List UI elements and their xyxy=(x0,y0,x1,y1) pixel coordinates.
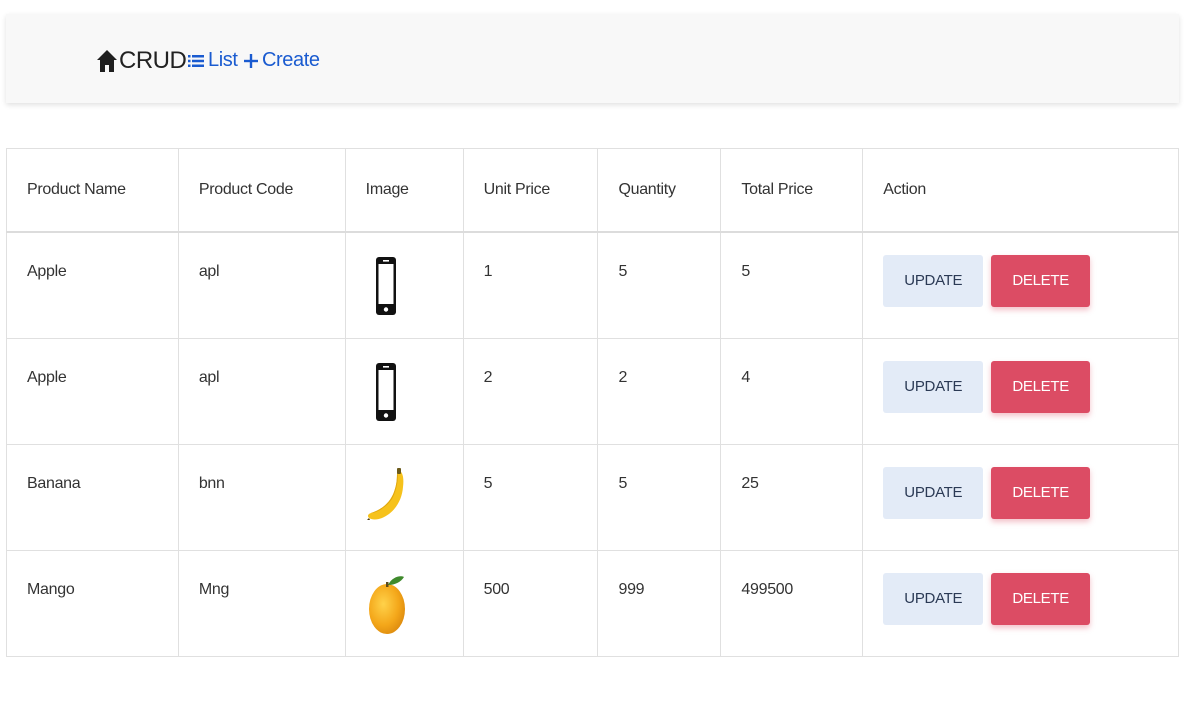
nav-create-label: Create xyxy=(262,49,320,71)
home-icon xyxy=(97,50,117,72)
cell-unit-price: 2 xyxy=(462,337,599,445)
delete-button[interactable]: DELETE xyxy=(991,360,1090,413)
phone-icon xyxy=(375,257,396,315)
delete-button[interactable]: DELETE xyxy=(991,572,1090,625)
cell-action: UPDATE DELETE xyxy=(862,443,1179,551)
nav-list-link[interactable]: List xyxy=(188,49,238,72)
update-button[interactable]: UPDATE xyxy=(883,360,984,413)
cell-quantity: 999 xyxy=(597,549,722,657)
cell-product-name: Apple xyxy=(6,231,179,339)
cell-unit-price: 5 xyxy=(462,443,599,551)
update-button[interactable]: UPDATE xyxy=(883,466,984,519)
cell-total-price: 4 xyxy=(720,337,864,445)
cell-action: UPDATE DELETE xyxy=(862,231,1179,339)
phone-icon xyxy=(375,362,396,421)
cell-product-code: Mng xyxy=(177,549,346,657)
nav-list-label: List xyxy=(208,49,238,71)
delete-button[interactable]: DELETE xyxy=(991,255,1090,307)
cell-total-price: 499500 xyxy=(720,549,864,657)
cell-unit-price: 500 xyxy=(462,549,599,657)
cell-total-price: 25 xyxy=(720,443,864,551)
table-row: Mango Mng 500 999 499500 UPDATE DELETE xyxy=(6,549,1179,657)
cell-product-name: Mango xyxy=(6,549,179,657)
cell-action: UPDATE DELETE xyxy=(862,337,1179,445)
cell-product-code: bnn xyxy=(177,443,346,551)
update-button[interactable]: UPDATE xyxy=(883,572,984,625)
plus-icon xyxy=(244,53,258,68)
nav-create-link[interactable]: Create xyxy=(244,49,320,72)
cell-quantity: 2 xyxy=(597,337,722,445)
cell-product-name: Apple xyxy=(6,337,179,445)
header-quantity: Quantity xyxy=(597,148,722,233)
table-row: Apple apl 1 5 5 UPDATE DELETE xyxy=(6,231,1179,339)
update-button[interactable]: UPDATE xyxy=(883,255,984,307)
header-product-name: Product Name xyxy=(6,148,179,233)
brand-label: CRUD xyxy=(119,47,187,74)
products-table: Product Name Product Code Image Unit Pri… xyxy=(6,148,1179,657)
cell-product-code: apl xyxy=(177,231,346,339)
cell-total-price: 5 xyxy=(720,231,864,339)
cell-image xyxy=(344,443,464,551)
mango-image xyxy=(368,575,405,634)
delete-button[interactable]: DELETE xyxy=(991,466,1090,519)
cell-image xyxy=(344,549,464,657)
cell-quantity: 5 xyxy=(597,231,722,339)
cell-unit-price: 1 xyxy=(462,231,599,339)
header-total-price: Total Price xyxy=(720,148,864,233)
brand-link[interactable]: CRUD xyxy=(96,47,187,75)
navbar: CRUD List Create xyxy=(6,14,1179,103)
header-action: Action xyxy=(862,148,1179,233)
list-icon xyxy=(188,54,204,67)
cell-image xyxy=(344,231,464,339)
banana-image xyxy=(366,467,404,520)
header-product-code: Product Code xyxy=(177,148,346,233)
cell-image xyxy=(344,337,464,445)
table-row: Apple apl 2 2 4 UPDATE DELETE xyxy=(6,337,1179,445)
cell-product-code: apl xyxy=(177,337,346,445)
cell-action: UPDATE DELETE xyxy=(862,549,1179,657)
table-row: Banana bnn 5 5 25 UPDATE DELETE xyxy=(6,443,1179,551)
cell-quantity: 5 xyxy=(597,443,722,551)
header-image: Image xyxy=(344,148,464,233)
header-unit-price: Unit Price xyxy=(462,148,599,233)
cell-product-name: Banana xyxy=(6,443,179,551)
table-header-row: Product Name Product Code Image Unit Pri… xyxy=(6,148,1179,233)
